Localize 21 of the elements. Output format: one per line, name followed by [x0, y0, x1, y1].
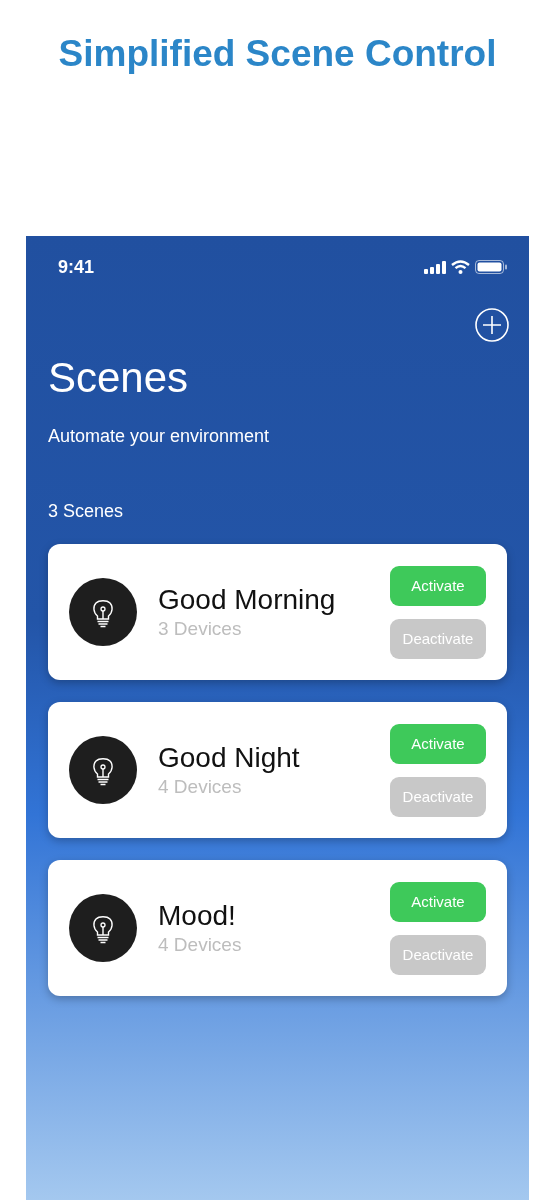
device-count: 4 Devices	[158, 934, 243, 956]
scene-count: 3 Scenes	[48, 501, 125, 522]
wifi-icon	[451, 260, 470, 274]
status-time: 9:41	[58, 256, 95, 278]
add-icon[interactable]	[475, 308, 509, 342]
battery-icon	[475, 260, 507, 274]
lightbulb-icon	[69, 578, 137, 646]
headline: Simplified Scene Control	[58, 32, 497, 76]
lightbulb-icon	[69, 894, 137, 962]
lightbulb-icon	[69, 736, 137, 804]
scene-name: Good Night	[158, 742, 301, 774]
page-title: Scenes	[48, 353, 190, 403]
signal-icon	[424, 260, 446, 274]
page-subtitle: Automate your environment	[48, 426, 271, 447]
device-count: 4 Devices	[158, 776, 243, 798]
activate-button[interactable]: Activate	[390, 565, 486, 606]
activate-button[interactable]: Activate	[390, 723, 486, 764]
scene-name: Mood!	[158, 900, 237, 932]
activate-button[interactable]: Activate	[390, 881, 486, 922]
scene-name: Good Morning	[158, 584, 337, 616]
device-count: 3 Devices	[158, 618, 243, 640]
